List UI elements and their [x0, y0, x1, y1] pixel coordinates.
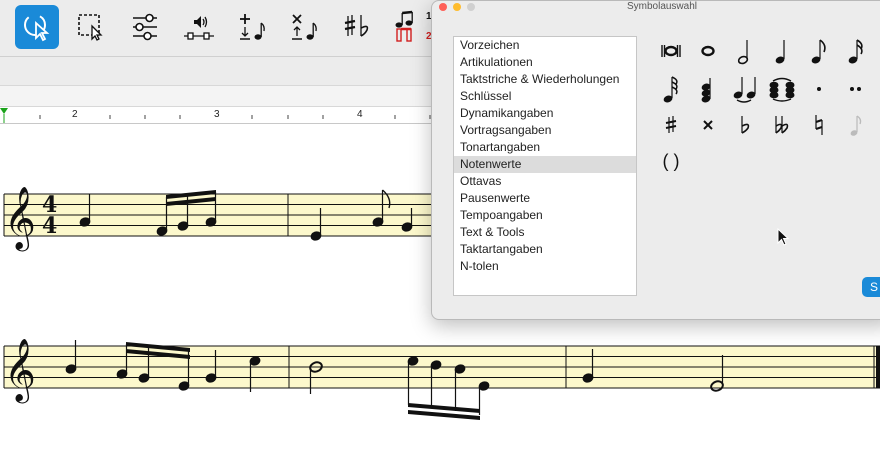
- parentheses-icon[interactable]: ( ): [656, 146, 686, 176]
- category-item[interactable]: Vortragsangaben: [454, 122, 636, 139]
- quarter-note-icon[interactable]: [767, 36, 797, 66]
- breve-icon[interactable]: [656, 36, 686, 66]
- category-item[interactable]: Text & Tools: [454, 224, 636, 241]
- minimize-window-button[interactable]: [453, 3, 461, 11]
- category-item[interactable]: Dynamikangaben: [454, 105, 636, 122]
- ruler-number: 3: [214, 109, 220, 120]
- natural-icon[interactable]: [804, 110, 834, 140]
- marquee-select-icon: [78, 14, 103, 41]
- ruler-number: 4: [357, 109, 363, 120]
- symbol-selection-panel: Symbolauswahl Vorzeichen Artikulationen …: [431, 0, 880, 320]
- dot-icon[interactable]: [804, 74, 834, 104]
- insert-note-tool-button[interactable]: [229, 5, 273, 49]
- double-sharp-icon[interactable]: [693, 110, 723, 140]
- half-note-icon[interactable]: [730, 36, 760, 66]
- time-signature-bottom: 4: [42, 213, 57, 239]
- speaker-playback-icon: [184, 16, 214, 40]
- thirty-second-note-icon[interactable]: [656, 74, 686, 104]
- accidentals-tool-button[interactable]: [335, 5, 379, 49]
- category-list[interactable]: Vorzeichen Artikulationen Taktstriche & …: [453, 36, 637, 296]
- sixteenth-note-icon[interactable]: [841, 36, 871, 66]
- category-item[interactable]: Pausenwerte: [454, 190, 636, 207]
- grace-note-icon[interactable]: [841, 110, 871, 140]
- treble-clef-icon: 𝄞: [4, 186, 36, 252]
- eighth-note-icon[interactable]: [804, 36, 834, 66]
- playback-tool-button[interactable]: [177, 5, 221, 49]
- sharp-flat-icon: [344, 15, 369, 37]
- mouse-cursor-icon: [777, 228, 790, 246]
- ruler-number: 2: [72, 109, 78, 120]
- delete-note-tool-button[interactable]: [281, 5, 325, 49]
- zoom-window-button[interactable]: [467, 3, 475, 11]
- double-dot-icon[interactable]: [841, 74, 871, 104]
- whole-note-icon[interactable]: [693, 36, 723, 66]
- category-item[interactable]: Schlüssel: [454, 88, 636, 105]
- marquee-select-tool-button[interactable]: [69, 5, 113, 49]
- category-item[interactable]: N-tolen: [454, 258, 636, 275]
- category-item[interactable]: Taktartangaben: [454, 241, 636, 258]
- category-item[interactable]: Ottavas: [454, 173, 636, 190]
- panel-title: Symbolauswahl: [626, 1, 698, 12]
- category-item[interactable]: Vorzeichen: [454, 37, 636, 54]
- sliders-icon: [133, 13, 157, 41]
- voices-icon: [395, 10, 413, 42]
- insert-note-icon: [240, 14, 265, 40]
- tie-icon[interactable]: [730, 74, 760, 104]
- category-item-selected[interactable]: Notenwerte: [454, 156, 636, 173]
- close-window-button[interactable]: [439, 3, 447, 11]
- double-flat-icon[interactable]: [767, 110, 797, 140]
- treble-clef-icon: 𝄞: [4, 338, 36, 404]
- delete-note-icon: [292, 14, 317, 40]
- chord-icon[interactable]: [693, 74, 723, 104]
- tied-chord-icon[interactable]: [767, 74, 797, 104]
- mixer-tool-button[interactable]: [123, 5, 167, 49]
- category-item[interactable]: Tempoangaben: [454, 207, 636, 224]
- pointer-select-icon: [24, 14, 50, 42]
- flat-icon[interactable]: [730, 110, 760, 140]
- category-item[interactable]: Tonartangaben: [454, 139, 636, 156]
- insert-symbol-button[interactable]: S: [862, 277, 880, 297]
- select-arrow-tool-button[interactable]: [15, 5, 59, 49]
- sharp-icon[interactable]: [656, 110, 686, 140]
- category-item[interactable]: Taktstriche & Wiederholungen: [454, 71, 636, 88]
- voices-tool-button[interactable]: 1 2: [388, 5, 432, 49]
- category-item[interactable]: Artikulationen: [454, 54, 636, 71]
- staff-system-1: [3, 193, 434, 237]
- playback-position-marker[interactable]: [0, 108, 8, 114]
